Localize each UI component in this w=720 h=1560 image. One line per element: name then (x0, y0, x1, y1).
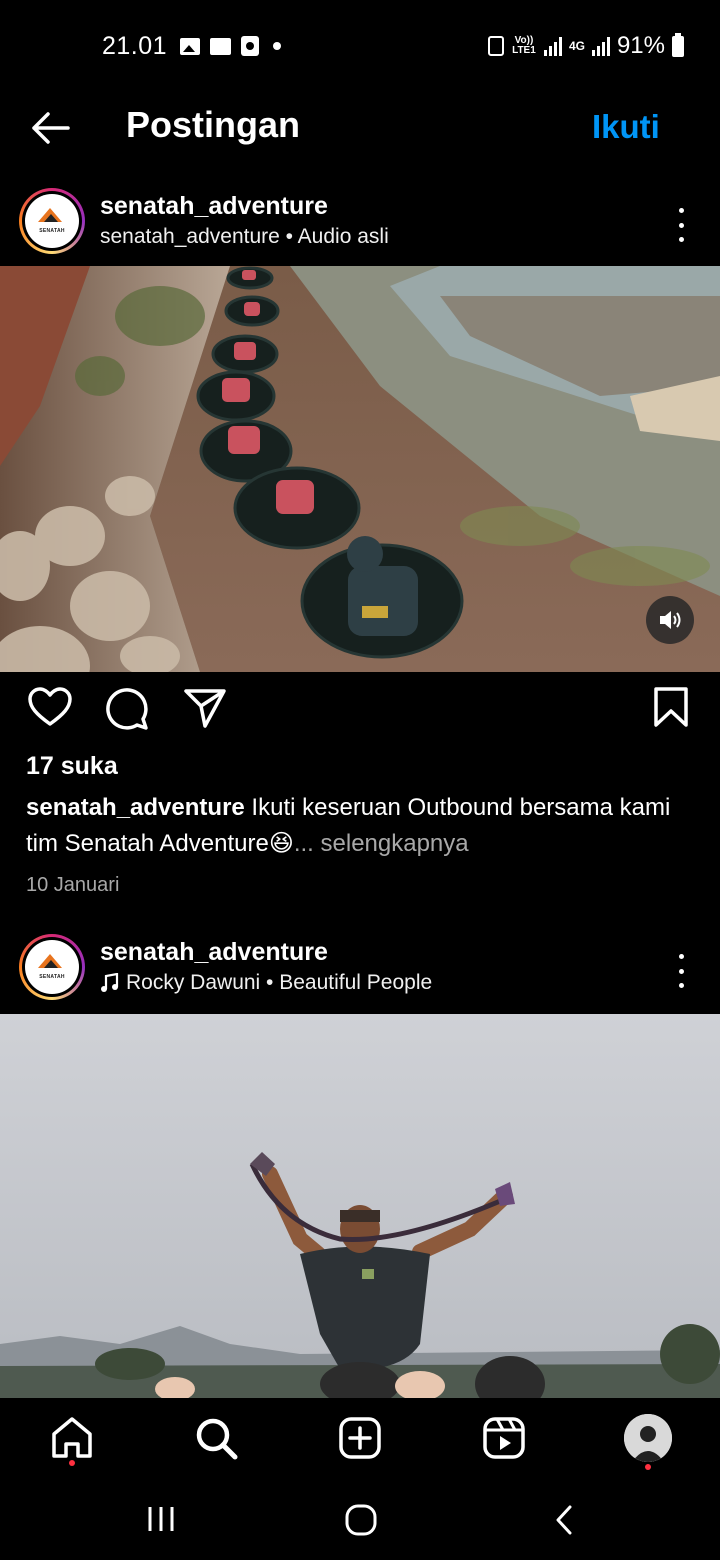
home-notification-dot (69, 1460, 75, 1466)
video-frame (0, 266, 720, 672)
bookmark-icon[interactable] (652, 686, 690, 728)
follow-button[interactable]: Ikuti (592, 108, 660, 146)
post-username-2[interactable]: senatah_adventure (100, 938, 328, 967)
post-header-2: SENATAH senatah_adventure Rocky Dawuni •… (0, 934, 720, 1012)
post-date: 10 Januari (26, 874, 120, 896)
back-button-icon[interactable] (552, 1504, 576, 1536)
page-title: Postingan (126, 104, 301, 145)
profile-notification-dot (645, 1464, 651, 1470)
caption-username[interactable]: senatah_adventure (26, 794, 245, 821)
avatar[interactable]: SENATAH (19, 188, 85, 254)
post-audio[interactable]: senatah_adventure • Audio asli (100, 225, 389, 249)
post-username[interactable]: senatah_adventure (100, 192, 328, 221)
profile-icon[interactable] (624, 1414, 672, 1462)
reels-icon[interactable] (480, 1414, 528, 1462)
screen-record-icon (241, 36, 259, 56)
send-icon[interactable] (183, 686, 227, 730)
volte-label: Vo)) LTE1 (512, 35, 536, 56)
post-music[interactable]: Rocky Dawuni • Beautiful People (100, 971, 432, 995)
system-icons: Vo)) LTE1 4G 91% (487, 32, 684, 60)
brand-logo-icon: SENATAH (25, 194, 79, 248)
arrow-left-icon[interactable] (30, 110, 70, 146)
recent-apps-icon[interactable] (146, 1505, 176, 1533)
photo-frame (0, 1014, 720, 1398)
top-app-bar: Postingan Ikuti (0, 90, 720, 170)
post-video[interactable] (0, 266, 720, 672)
profile-avatar (624, 1414, 672, 1462)
comment-icon[interactable] (104, 686, 150, 732)
notification-icons (180, 36, 281, 56)
heart-icon[interactable] (28, 686, 72, 728)
battery-level: 91% (616, 32, 665, 59)
gallery-icon (180, 37, 200, 55)
post-caption: senatah_adventure Ikuti keseruan Outboun… (26, 790, 686, 862)
music-note-icon (101, 973, 119, 992)
avatar-2[interactable]: SENATAH (19, 934, 85, 1000)
volume-button[interactable] (646, 596, 694, 644)
post-header: SENATAH senatah_adventure senatah_advent… (0, 188, 720, 266)
search-icon[interactable] (192, 1414, 240, 1462)
home-button-icon[interactable] (344, 1503, 378, 1537)
more-notifications-icon (273, 42, 281, 50)
data-saver-icon (487, 36, 504, 56)
bottom-navigation (0, 1398, 720, 1486)
status-bar: 21.01 Vo)) LTE1 4G 91% (0, 0, 720, 90)
speaker-icon (660, 611, 681, 629)
post-actions (0, 686, 720, 736)
see-more-link[interactable]: ... selengkapnya (294, 830, 469, 857)
like-count[interactable]: 17 suka (26, 752, 118, 781)
more-options-icon-2[interactable] (672, 954, 690, 988)
status-time: 21.01 (102, 32, 168, 60)
system-navigation (0, 1486, 720, 1560)
signal-icon-2 (591, 36, 610, 56)
home-icon[interactable] (48, 1414, 96, 1462)
network-label: 4G (568, 39, 585, 53)
battery-icon (672, 32, 684, 57)
create-icon[interactable] (336, 1414, 384, 1462)
brand-logo-icon-2: SENATAH (25, 940, 79, 994)
signal-icon (543, 36, 562, 56)
post-image-2[interactable] (0, 1014, 720, 1398)
folder-icon (210, 37, 231, 55)
more-options-icon[interactable] (672, 208, 690, 242)
